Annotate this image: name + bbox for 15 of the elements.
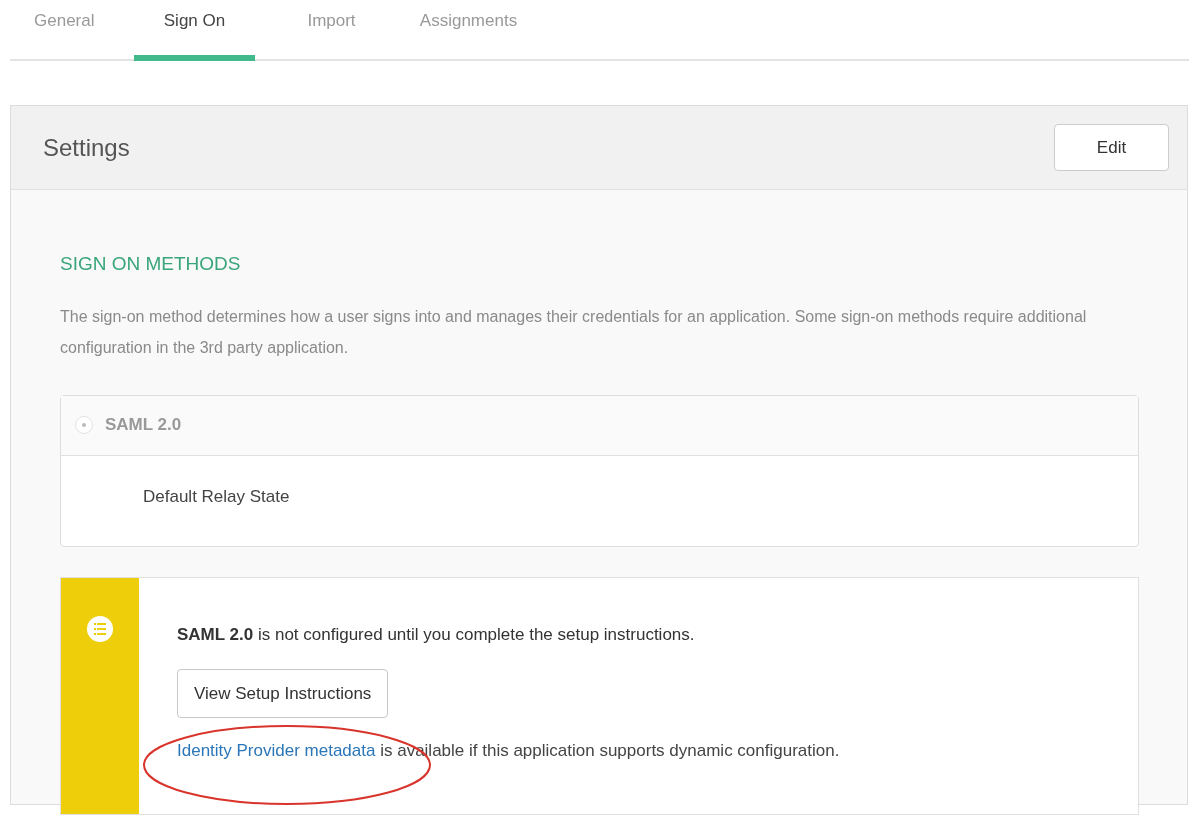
metadata-link[interactable]: Identity Provider metadata: [177, 741, 376, 760]
edit-button[interactable]: Edit: [1054, 124, 1169, 171]
view-setup-instructions-button[interactable]: View Setup Instructions: [177, 669, 389, 718]
method-label: SAML 2.0: [105, 414, 182, 437]
section-heading: SIGN ON METHODS: [60, 252, 242, 276]
tab[interactable]: General: [10, 0, 126, 59]
radio-button[interactable]: [75, 416, 93, 434]
notice-message: SAML 2.0 is not configured until you complete the setup instructions.: [177, 623, 696, 646]
field-label: Default Relay State: [143, 486, 290, 506]
tab[interactable]: Assignments: [400, 0, 537, 59]
panel-title: Settings: [43, 132, 130, 163]
tab[interactable]: Import: [263, 0, 400, 59]
tab[interactable]: Sign On: [126, 0, 263, 59]
list-icon: [87, 615, 113, 642]
section-description: The sign-on method determines how a user signs into and manages their credentials for an application. Some sign-on methods require additional configuration in the 3rd party application.: [60, 306, 1088, 358]
